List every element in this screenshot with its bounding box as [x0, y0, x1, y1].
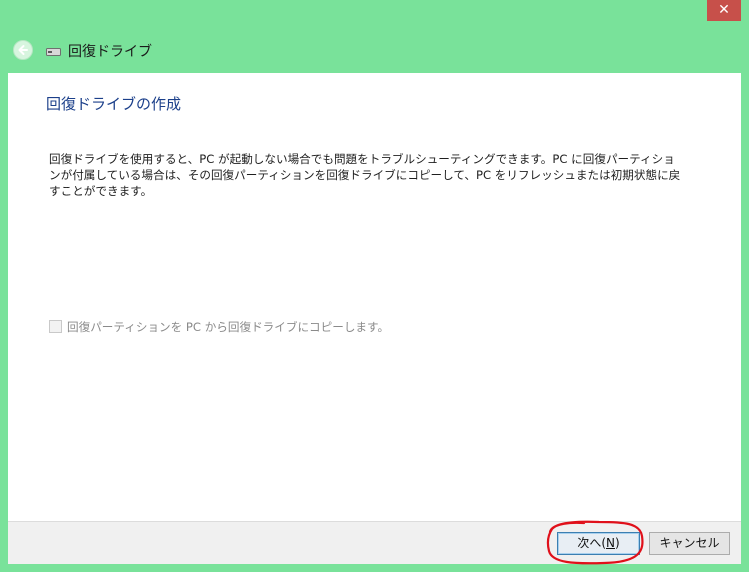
- cancel-button[interactable]: キャンセル: [649, 532, 730, 555]
- copy-partition-checkbox[interactable]: [49, 320, 62, 333]
- description-line: ンが付属している場合は、その回復パーティションを回復ドライブにコピーして、PC …: [49, 168, 681, 182]
- copy-partition-label: 回復パーティションを PC から回復ドライブにコピーします。: [67, 320, 390, 334]
- red-circle-annotation: [546, 520, 644, 565]
- description-text: 回復ドライブを使用すると、PC が起動しない場合でも問題をトラブルシューティング…: [49, 151, 681, 199]
- page-title: 回復ドライブの作成: [46, 95, 182, 113]
- back-arrow-icon: [18, 45, 28, 55]
- content-panel: 回復ドライブの作成 回復ドライブを使用すると、PC が起動しない場合でも問題をト…: [8, 73, 741, 521]
- window-title: 回復ドライブ: [68, 44, 152, 60]
- close-icon: ✕: [718, 2, 730, 18]
- close-button[interactable]: ✕: [707, 0, 741, 21]
- recovery-drive-window: ✕ 回復ドライブ 回復ドライブの作成 回復ドライブを使用すると、PC が起動しな…: [0, 0, 749, 572]
- description-line: すことができます。: [49, 184, 153, 198]
- description-line: 回復ドライブを使用すると、PC が起動しない場合でも問題をトラブルシューティング…: [49, 152, 675, 166]
- usb-drive-icon: [46, 48, 61, 56]
- back-button[interactable]: [13, 40, 33, 60]
